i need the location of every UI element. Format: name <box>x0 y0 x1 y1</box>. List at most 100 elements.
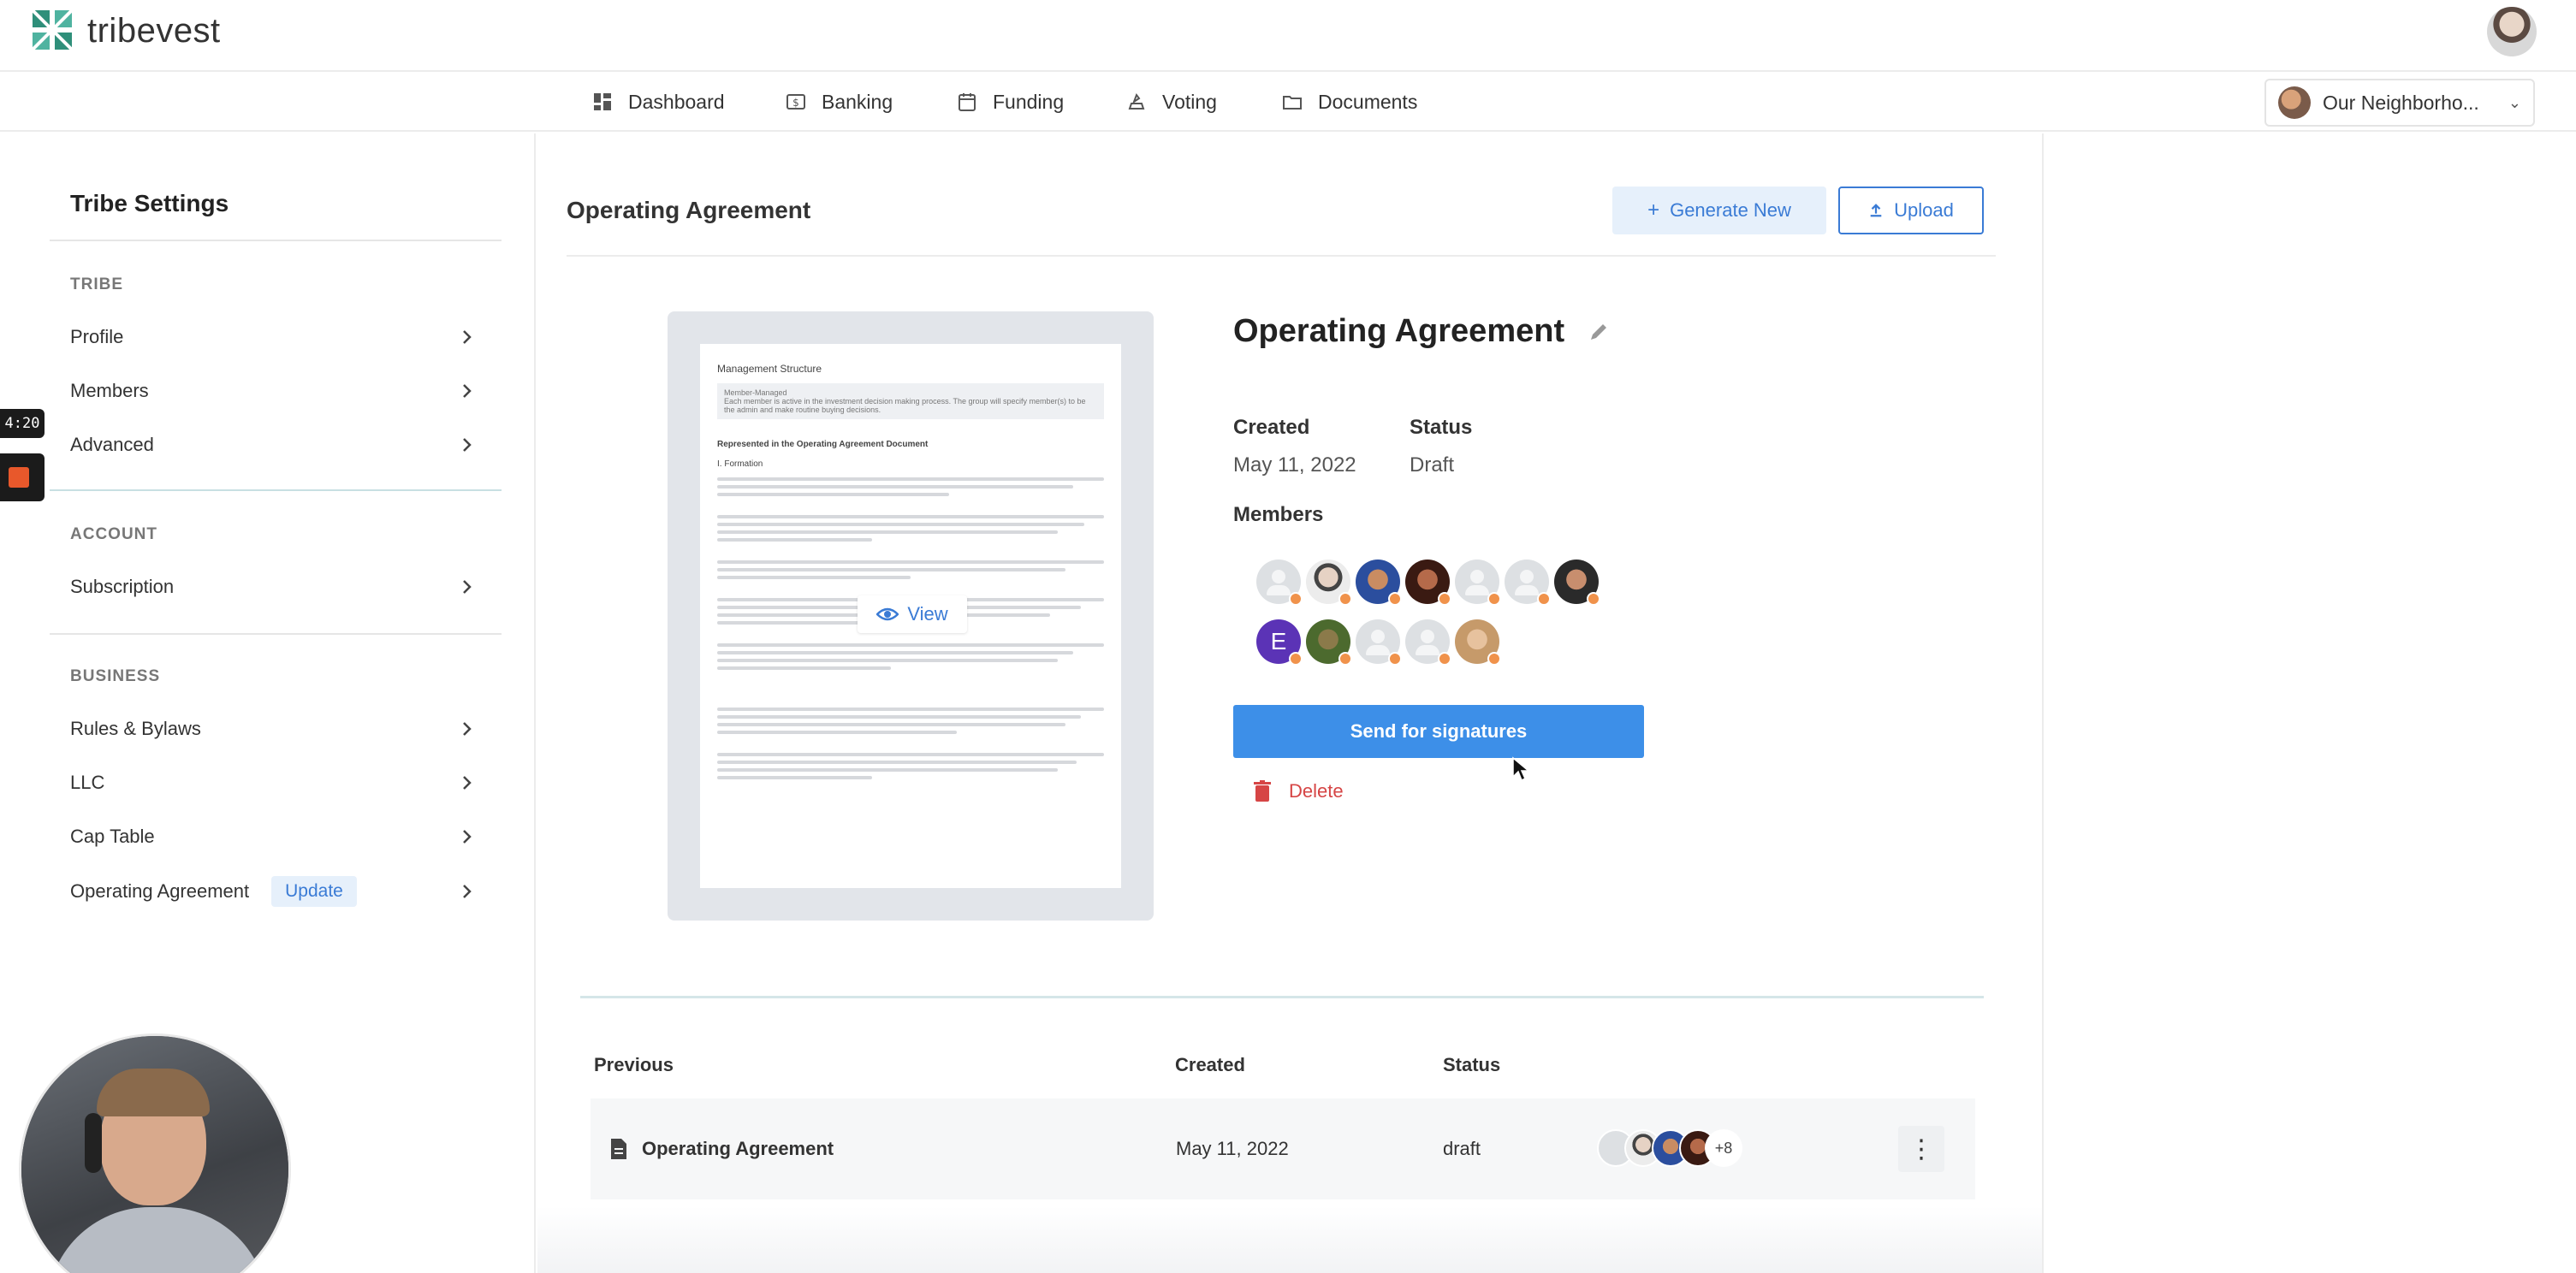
column-header-previous: Previous <box>594 1054 674 1075</box>
preview-box: Member-Managed Each member is active in … <box>717 383 1104 419</box>
upload-button[interactable]: Upload <box>1838 187 1984 234</box>
stop-recording-button[interactable] <box>0 453 45 501</box>
page-title: Operating Agreement <box>567 197 811 223</box>
member-avatar[interactable] <box>1455 619 1501 666</box>
org-name: Our Neighborho... <box>2323 91 2479 114</box>
created-value: May 11, 2022 <box>1233 453 1356 477</box>
preview-section: I. Formation <box>717 459 763 469</box>
divider <box>50 633 502 635</box>
send-for-signatures-button[interactable]: Send for signatures <box>1233 705 1644 758</box>
preview-box-title: Member-Managed <box>724 388 787 397</box>
members-label: Members <box>1233 503 1324 526</box>
sidebar-item-llc[interactable]: LLC <box>70 766 476 800</box>
column-header-created: Created <box>1175 1054 1245 1075</box>
member-avatar[interactable] <box>1554 560 1600 606</box>
main-content: Operating Agreement + Generate New Uploa… <box>537 133 2042 1273</box>
chevron-right-icon <box>463 830 472 844</box>
upload-label: Upload <box>1894 199 1954 221</box>
kebab-menu-icon: ⋮ <box>1908 1134 1934 1163</box>
section-account: ACCOUNT <box>70 525 157 543</box>
nav-dashboard[interactable]: Dashboard <box>592 74 725 130</box>
member-avatar[interactable] <box>1505 560 1551 606</box>
documents-icon <box>1283 96 1302 110</box>
member-avatar[interactable]: E <box>1256 619 1303 666</box>
document-icon <box>611 1139 626 1159</box>
document-preview[interactable]: Management Structure Member-Managed Each… <box>668 311 1154 921</box>
recording-timer: 4:20 <box>0 409 45 438</box>
member-avatar[interactable] <box>1455 560 1501 606</box>
member-avatar[interactable] <box>1306 619 1352 666</box>
sidebar-item-profile[interactable]: Profile <box>70 320 476 354</box>
sidebar-item-label: Operating Agreement <box>70 880 250 902</box>
view-document-button[interactable]: View <box>858 595 967 633</box>
section-business: BUSINESS <box>70 667 161 685</box>
divider <box>50 240 502 241</box>
sidebar-item-members[interactable]: Members <box>70 374 476 408</box>
nav-label: Banking <box>822 90 893 113</box>
member-avatar[interactable] <box>1356 560 1402 606</box>
sidebar-item-advanced[interactable]: Advanced <box>70 428 476 462</box>
chevron-down-icon: ⌄ <box>2508 93 2521 111</box>
edit-icon[interactable] <box>1587 320 1611 344</box>
sidebar-title: Tribe Settings <box>70 190 229 216</box>
app-name: tribevest <box>87 11 221 50</box>
member-initial: E <box>1270 628 1287 654</box>
nav-label: Documents <box>1318 90 1418 113</box>
member-avatar[interactable] <box>1306 560 1352 606</box>
tribevest-logo-icon <box>31 9 74 51</box>
member-avatar[interactable] <box>1256 560 1303 606</box>
user-avatar[interactable] <box>2487 7 2537 56</box>
delete-label: Delete <box>1289 780 1344 802</box>
more-options-button[interactable]: ⋮ <box>1898 1126 1944 1172</box>
member-avatar[interactable] <box>1405 560 1451 606</box>
nav-voting[interactable]: Voting <box>1126 74 1217 130</box>
created-label: Created <box>1233 416 1310 439</box>
sidebar-item-subscription[interactable]: Subscription <box>70 570 476 604</box>
nav-banking[interactable]: $ Banking <box>786 74 893 130</box>
sidebar-item-label: LLC <box>70 772 105 793</box>
status-value: Draft <box>1410 453 1455 477</box>
nav-funding[interactable]: Funding <box>957 74 1064 130</box>
plus-icon: + <box>1647 198 1660 222</box>
chevron-right-icon <box>463 722 472 736</box>
chevron-right-icon <box>463 384 472 398</box>
org-avatar <box>2278 86 2311 119</box>
preview-subheading: Represented in the Operating Agreement D… <box>717 440 929 449</box>
member-avatar[interactable] <box>1356 619 1402 666</box>
sidebar-item-operating-agreement[interactable]: Operating Agreement Update <box>70 874 476 909</box>
trash-icon <box>1254 780 1271 802</box>
svg-text:$: $ <box>792 97 799 109</box>
sidebar-item-label: Profile <box>70 326 124 347</box>
update-badge[interactable]: Update <box>271 876 357 907</box>
member-avatar[interactable] <box>1405 619 1451 666</box>
chevron-right-icon <box>463 776 472 790</box>
main-nav: Dashboard $ Banking Funding Voting Docum… <box>0 74 2576 132</box>
sidebar-item-label: Subscription <box>70 576 175 597</box>
voting-icon <box>1128 92 1145 110</box>
section-tribe: TRIBE <box>70 275 123 293</box>
sidebar-item-rules-bylaws[interactable]: Rules & Bylaws <box>70 712 476 746</box>
chevron-right-icon <box>463 438 472 452</box>
org-selector[interactable]: Our Neighborho... ⌄ <box>2264 79 2535 127</box>
chevron-right-icon <box>463 580 472 594</box>
divider <box>50 489 502 491</box>
sidebar-item-label: Members <box>70 380 149 401</box>
stop-icon <box>9 467 29 488</box>
funding-icon <box>959 93 976 111</box>
tribevest-logo[interactable]: tribevest <box>31 9 221 53</box>
column-header-status: Status <box>1443 1054 1501 1075</box>
delete-button[interactable]: Delete <box>1253 780 1344 802</box>
sidebar-item-cap-table[interactable]: Cap Table <box>70 820 476 854</box>
row-created: May 11, 2022 <box>1176 1138 1289 1159</box>
chevron-right-icon <box>463 330 472 344</box>
generate-new-button[interactable]: + Generate New <box>1612 187 1826 234</box>
row-status: draft <box>1443 1138 1481 1159</box>
sidebar-item-label: Advanced <box>70 434 154 455</box>
dashboard-icon <box>594 93 611 110</box>
table-row[interactable]: Operating Agreement May 11, 2022 draft +… <box>591 1098 1975 1199</box>
upload-icon <box>1870 204 1882 217</box>
more-members-count: +8 <box>1705 1129 1742 1167</box>
sidebar-item-label: Rules & Bylaws <box>70 718 201 739</box>
nav-documents[interactable]: Documents <box>1282 74 1417 130</box>
status-label: Status <box>1410 416 1473 439</box>
